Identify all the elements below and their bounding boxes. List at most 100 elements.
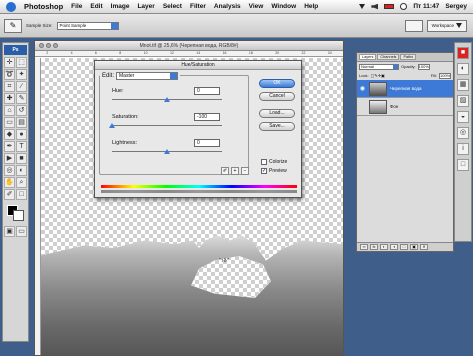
workspace-button[interactable]: Workspace	[426, 19, 467, 32]
layer-name[interactable]: Фон	[390, 104, 398, 109]
eyedropper-minus-icon[interactable]: −	[241, 167, 249, 175]
menu-help[interactable]: Help	[304, 3, 318, 10]
history-brush-tool-icon[interactable]: ↺	[16, 105, 27, 116]
masks-panel-icon[interactable]: ◎	[457, 127, 469, 139]
time-machine-icon[interactable]	[400, 3, 408, 10]
marquee-tool-icon[interactable]: ⬚	[16, 57, 27, 68]
new-group-icon[interactable]: □	[400, 244, 408, 250]
edit-select[interactable]: Master	[116, 72, 179, 80]
dodge-tool-icon[interactable]: ●	[16, 129, 27, 140]
eject-icon[interactable]	[359, 4, 366, 9]
document-title-bar[interactable]: Mnot.tif @ 25,6% (Черепная вода, RGB/8#)	[35, 41, 343, 51]
quick-mask-icon[interactable]: ▣	[4, 226, 15, 237]
tool-preset-picker[interactable]: ✎	[4, 18, 22, 33]
layer-name[interactable]: Черепная вода	[390, 86, 422, 91]
lightness-input[interactable]: 0	[194, 139, 220, 147]
shape-tool-icon[interactable]: ■	[16, 153, 27, 164]
fill-input[interactable]: 100%	[439, 72, 451, 79]
bridge-icon[interactable]	[404, 19, 423, 32]
healing-brush-tool-icon[interactable]: ✚	[4, 93, 15, 104]
preview-checkbox[interactable]: ✓	[261, 168, 267, 174]
menu-image[interactable]: Image	[111, 3, 130, 10]
lock-icon[interactable]: ▢✎✛▣	[371, 73, 385, 78]
adjustments-panel-icon[interactable]: ◒	[457, 111, 469, 123]
layer-style-icon[interactable]: fx	[370, 244, 378, 250]
gradient-tool-icon[interactable]: ▤	[16, 117, 27, 128]
menu-edit[interactable]: Edit	[90, 3, 102, 10]
menu-file[interactable]: File	[71, 3, 82, 10]
path-selection-tool-icon[interactable]: ▶	[4, 153, 15, 164]
colorize-option[interactable]: Colorize	[261, 159, 287, 165]
close-window-button[interactable]	[39, 43, 44, 48]
history-panel-icon[interactable]: ■	[457, 47, 469, 59]
blur-tool-icon[interactable]: ◆	[4, 129, 15, 140]
notes-tool-icon[interactable]: □	[16, 189, 27, 200]
slice-tool-icon[interactable]: ∕	[16, 81, 27, 92]
tab-paths[interactable]: Paths	[400, 54, 417, 60]
swatches-panel-icon[interactable]: ▦	[457, 79, 469, 91]
3d-orbit-tool-icon[interactable]: ◐	[16, 165, 27, 176]
eyedropper-plus-icon[interactable]: +	[231, 167, 239, 175]
opacity-input[interactable]: 100%	[417, 63, 430, 70]
adjustment-layer-icon[interactable]: ◑	[390, 244, 398, 250]
preview-option[interactable]: ✓ Preview	[261, 168, 287, 174]
sample-size-select[interactable]: Point Sample	[56, 21, 119, 30]
colorize-checkbox[interactable]	[261, 159, 267, 165]
clone-stamp-tool-icon[interactable]: ⌂	[4, 105, 15, 116]
lightness-slider-thumb[interactable]	[164, 149, 170, 154]
link-layers-icon[interactable]: ∞	[360, 244, 368, 250]
saturation-slider-thumb[interactable]	[109, 123, 115, 128]
menubar-clock[interactable]: Пт 11:47	[413, 3, 439, 10]
menubar-user[interactable]: Sergey	[445, 3, 467, 10]
color-panel-icon[interactable]: ◐	[457, 63, 469, 75]
minimize-window-button[interactable]	[46, 43, 51, 48]
saturation-input[interactable]: -100	[194, 113, 220, 121]
ok-button[interactable]: OK	[259, 79, 295, 88]
screen-mode-icon[interactable]: ▭	[16, 226, 27, 237]
color-swatches[interactable]	[6, 204, 25, 222]
menu-analysis[interactable]: Analysis	[214, 3, 241, 10]
menu-select[interactable]: Select	[163, 3, 182, 10]
layer-row[interactable]: ◉ Черепная вода	[357, 80, 453, 98]
new-layer-icon[interactable]: ▣	[410, 244, 418, 250]
hue-slider-thumb[interactable]	[164, 97, 170, 102]
load-button[interactable]: Load...	[259, 109, 295, 118]
hand-tool-icon[interactable]: ✋	[4, 177, 15, 188]
tab-layers[interactable]: Layers	[359, 54, 377, 60]
background-color-swatch[interactable]	[13, 210, 24, 221]
zoom-window-button[interactable]	[53, 43, 58, 48]
move-tool-icon[interactable]: ✛	[4, 57, 15, 68]
styles-panel-icon[interactable]: ▨	[457, 95, 469, 107]
tab-channels[interactable]: Channels	[377, 54, 400, 60]
eye-icon[interactable]: ◉	[359, 85, 366, 92]
menu-filter[interactable]: Filter	[190, 3, 206, 10]
menu-view[interactable]: View	[249, 3, 264, 10]
blend-mode-select[interactable]: Normal	[359, 63, 399, 70]
saturation-slider-track[interactable]	[112, 125, 222, 126]
layer-row[interactable]: Фон	[357, 98, 453, 116]
zoom-tool-icon[interactable]: ⌕	[16, 177, 27, 188]
battery-icon[interactable]	[384, 4, 395, 9]
lasso-tool-icon[interactable]: ➰	[4, 69, 15, 80]
save-button[interactable]: Save...	[259, 122, 295, 131]
apple-menu-icon[interactable]	[6, 1, 16, 12]
navigator-panel-icon[interactable]: □	[457, 159, 469, 171]
delete-layer-icon[interactable]: ✕	[420, 244, 428, 250]
3d-rotate-tool-icon[interactable]: ◎	[4, 165, 15, 176]
eye-icon[interactable]	[359, 103, 366, 110]
pen-tool-icon[interactable]: ✒	[4, 141, 15, 152]
magic-wand-tool-icon[interactable]: ✦	[16, 69, 27, 80]
type-tool-icon[interactable]: T	[16, 141, 27, 152]
eyedropper-tool-icon[interactable]: ✐	[4, 189, 15, 200]
ruler-horizontal[interactable]: 2 4 6 8 10 12 14 16 18 20 22 24	[35, 51, 343, 57]
cancel-button[interactable]: Cancel	[259, 92, 295, 101]
menu-layer[interactable]: Layer	[137, 3, 154, 10]
brush-tool-icon[interactable]: ✎	[16, 93, 27, 104]
crop-tool-icon[interactable]: ⌗	[4, 81, 15, 92]
menu-photoshop[interactable]: Photoshop	[24, 2, 63, 11]
menu-window[interactable]: Window	[271, 3, 296, 10]
eraser-tool-icon[interactable]: ▭	[4, 117, 15, 128]
layer-mask-icon[interactable]: ◐	[380, 244, 388, 250]
info-panel-icon[interactable]: i	[457, 143, 469, 155]
hue-input[interactable]: 0	[194, 87, 220, 95]
